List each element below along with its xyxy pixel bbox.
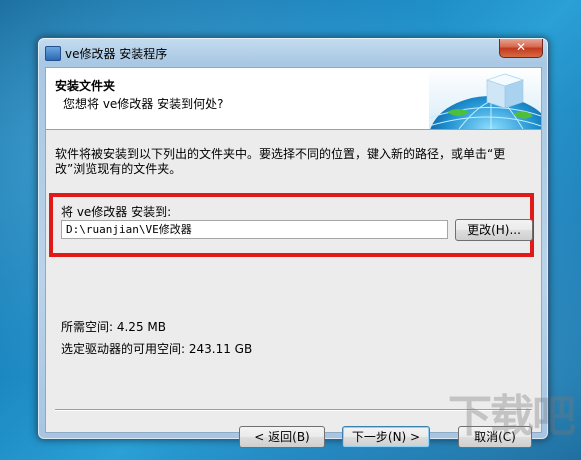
installer-graphic-icon [429,68,541,129]
page-title: 安装文件夹 [55,79,116,93]
wizard-header: 安装文件夹 您想将 ve修改器 安装到何处? [46,68,541,130]
back-button[interactable]: < 返回(B) [239,426,325,448]
space-required-text: 所需空间: 4.25 MB [61,320,166,334]
change-button[interactable]: 更改(H)... [455,219,533,241]
install-path-input[interactable]: D:\ruanjian\VE修改器 [61,220,448,239]
page-subtitle: 您想将 ve修改器 安装到何处? [63,97,224,111]
dialog-client: 安装文件夹 您想将 ve修改器 安装到何处? 软件将被安装到以下列出的文件夹中。… [45,67,542,448]
window-title: ve修改器 安装程序 [65,47,168,61]
watermark-logo: 下载吧 [448,391,576,442]
intro-text: 软件将被安装到以下列出的文件夹中。要选择不同的位置，键入新的路径，或单击“更改”… [55,147,506,176]
app-icon [45,46,61,61]
install-to-label: 将 ve修改器 安装到: [61,205,172,219]
space-available-text: 选定驱动器的可用空间: 243.11 GB [61,342,253,356]
title-bar[interactable]: ve修改器 安装程序 ✕ [38,38,548,66]
next-button[interactable]: 下一步(N) > [342,426,430,448]
close-button[interactable]: ✕ [499,39,543,58]
